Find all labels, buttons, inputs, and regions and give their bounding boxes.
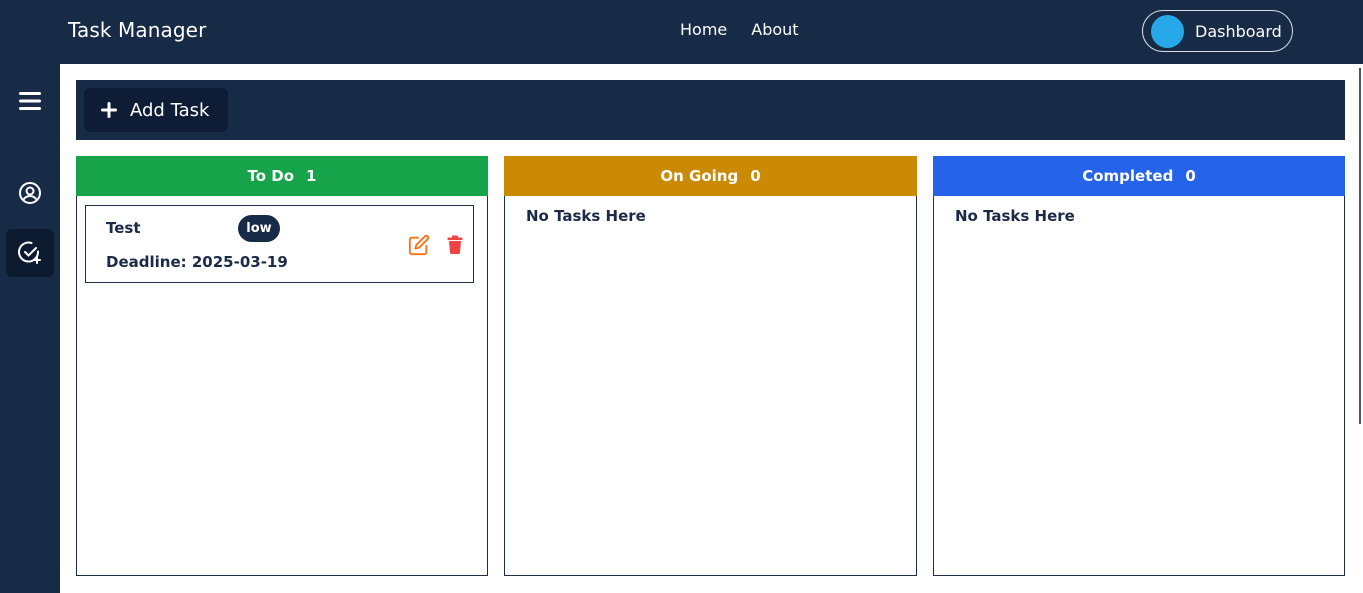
top-navbar: Task Manager Home About Dashboard — [0, 0, 1363, 64]
add-task-label: Add Task — [130, 99, 210, 121]
column-header-todo: To Do 1 — [76, 156, 488, 196]
task-deadline: Deadline: 2025-03-19 — [106, 253, 288, 271]
edit-icon[interactable] — [408, 234, 430, 260]
column-header-completed: Completed 0 — [933, 156, 1345, 196]
toolbar: Add Task — [76, 80, 1345, 140]
plus-icon — [101, 102, 117, 118]
avatar — [1151, 14, 1184, 48]
column-title: On Going — [660, 167, 739, 185]
column-count: 1 — [306, 167, 317, 185]
check-add-icon[interactable] — [6, 229, 54, 277]
menu-icon[interactable] — [6, 77, 54, 125]
column-header-ongoing: On Going 0 — [504, 156, 917, 196]
column-count: 0 — [750, 167, 761, 185]
trash-icon[interactable] — [447, 235, 463, 258]
dashboard-button[interactable]: Dashboard — [1142, 10, 1293, 52]
empty-message: No Tasks Here — [955, 207, 1075, 225]
column-completed: Completed 0 No Tasks Here — [933, 156, 1345, 576]
add-task-button[interactable]: Add Task — [84, 88, 228, 132]
column-count: 0 — [1185, 167, 1196, 185]
scrollbar-edge — [1359, 68, 1361, 424]
column-todo: To Do 1 Test low Deadline: 2025-03-19 — [76, 156, 488, 576]
priority-badge: low — [238, 215, 280, 242]
app-title: Task Manager — [68, 18, 207, 42]
nav-links: Home About — [680, 20, 799, 39]
column-title: Completed — [1082, 167, 1174, 185]
task-title: Test — [106, 219, 141, 237]
column-title: To Do — [247, 167, 295, 185]
task-card[interactable]: Test low Deadline: 2025-03-19 — [85, 205, 474, 283]
column-ongoing: On Going 0 No Tasks Here — [504, 156, 917, 576]
sidebar — [0, 64, 60, 593]
empty-message: No Tasks Here — [526, 207, 646, 225]
user-circle-icon[interactable] — [6, 169, 54, 217]
nav-home-link[interactable]: Home — [680, 20, 727, 39]
nav-about-link[interactable]: About — [751, 20, 798, 39]
dashboard-label: Dashboard — [1195, 21, 1282, 41]
